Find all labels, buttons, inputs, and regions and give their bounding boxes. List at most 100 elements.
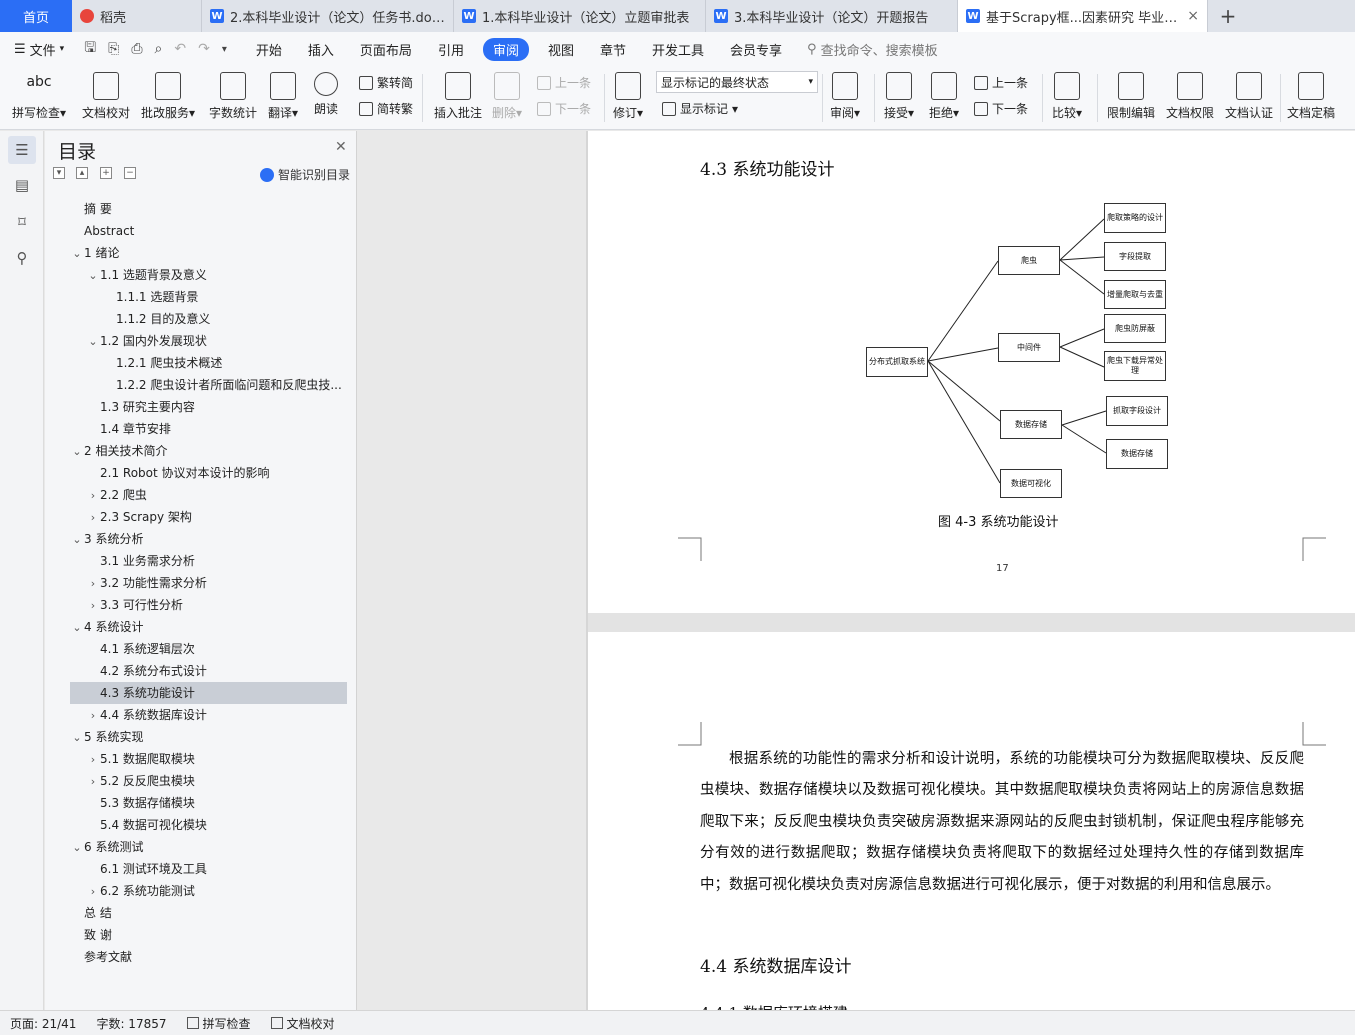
print-icon[interactable]: ⎙: [131, 41, 142, 57]
chevron-down-icon[interactable]: ⌄: [86, 331, 100, 352]
toc-item[interactable]: › 5.2 反反爬虫模块: [70, 770, 347, 792]
toc-item[interactable]: 3.1 业务需求分析: [70, 550, 347, 572]
doc-proof-button[interactable]: 文档校对: [82, 66, 130, 130]
show-markup-button[interactable]: 显示标记 ▾: [662, 100, 738, 117]
chevron-down-icon[interactable]: ⌄: [70, 441, 84, 462]
chevron-right-icon[interactable]: ›: [86, 485, 100, 506]
chevron-right-icon[interactable]: ›: [86, 507, 100, 528]
chevron-right-icon[interactable]: ›: [86, 573, 100, 594]
toc-item[interactable]: 摘 要: [70, 198, 347, 220]
simplified-to-traditional-button[interactable]: 简转繁: [359, 100, 413, 117]
markup-state-select[interactable]: 显示标记的最终状态 ▾: [656, 71, 818, 93]
chevron-down-icon[interactable]: ⌄: [86, 265, 100, 286]
status-doc-proof[interactable]: 文档校对: [270, 1015, 335, 1032]
review-pane-button[interactable]: 审阅▾: [830, 66, 860, 130]
toc-item[interactable]: ⌄ 3 系统分析: [70, 528, 347, 550]
next-change-button[interactable]: 下一条: [974, 100, 1028, 117]
collapse-all-icon[interactable]: ▾: [53, 167, 65, 179]
add-heading-icon[interactable]: +: [100, 167, 112, 179]
track-changes-button[interactable]: 修订▾: [613, 66, 643, 130]
toc-item-selected[interactable]: 4.3 系统功能设计: [70, 682, 347, 704]
document-page[interactable]: 4.3 系统功能设计 分布式抓取系统 爬虫 中间件 数据存储 数据可视化 爬取策…: [588, 131, 1355, 613]
prev-comment-button[interactable]: 上一条: [537, 74, 591, 91]
toc-item[interactable]: › 6.2 系统功能测试: [70, 880, 347, 902]
export-icon[interactable]: ⎘: [108, 41, 119, 57]
status-spell-check[interactable]: 拼写检查: [186, 1015, 251, 1032]
toc-item[interactable]: 总 结: [70, 902, 347, 924]
chevron-down-icon[interactable]: ▾: [222, 44, 227, 55]
next-comment-button[interactable]: 下一条: [537, 100, 591, 117]
close-icon[interactable]: ×: [1187, 8, 1199, 24]
chapter-nav-icon[interactable]: ▤: [11, 174, 33, 196]
doc-certify-button[interactable]: 文档认证: [1225, 66, 1273, 130]
reject-button[interactable]: 拒绝▾: [929, 66, 959, 130]
toc-item[interactable]: 6.1 测试环境及工具: [70, 858, 347, 880]
prev-change-button[interactable]: 上一条: [974, 74, 1028, 91]
toc-item[interactable]: 参考文献: [70, 946, 347, 968]
toc-item[interactable]: 4.1 系统逻辑层次: [70, 638, 347, 660]
file-menu[interactable]: ☰ 文件 ▾: [14, 40, 64, 59]
close-icon[interactable]: ✕: [335, 139, 347, 155]
toc-item[interactable]: 5.3 数据存储模块: [70, 792, 347, 814]
menu-start[interactable]: 开始: [256, 40, 282, 59]
chevron-right-icon[interactable]: ›: [86, 749, 100, 770]
print-preview-icon[interactable]: ⌕: [155, 41, 163, 57]
toc-item[interactable]: 1.2.1 爬虫技术概述: [70, 352, 347, 374]
toc-item[interactable]: 1.3 研究主要内容: [70, 396, 347, 418]
toc-item[interactable]: › 5.1 数据爬取模块: [70, 748, 347, 770]
accept-button[interactable]: 接受▾: [884, 66, 914, 130]
toc-item[interactable]: 1.4 章节安排: [70, 418, 347, 440]
toc-item[interactable]: 致 谢: [70, 924, 347, 946]
menu-insert[interactable]: 插入: [308, 40, 334, 59]
toc-item[interactable]: 4.2 系统分布式设计: [70, 660, 347, 682]
translate-button[interactable]: 翻译▾: [268, 66, 298, 130]
toc-item[interactable]: › 3.2 功能性需求分析: [70, 572, 347, 594]
chevron-right-icon[interactable]: ›: [86, 595, 100, 616]
toc-item[interactable]: ⌄ 1 绪论: [70, 242, 347, 264]
tab-document[interactable]: W 2.本科毕业设计（论文）任务书.docx: [202, 0, 454, 32]
chevron-down-icon[interactable]: ⌄: [70, 617, 84, 638]
toc-item[interactable]: ⌄ 1.1 选题背景及意义: [70, 264, 347, 286]
spell-check-button[interactable]: abc 拼写检查▾: [12, 66, 66, 130]
chevron-right-icon[interactable]: ›: [86, 705, 100, 726]
new-tab-button[interactable]: +: [1208, 0, 1248, 32]
toc-icon[interactable]: ☰: [8, 136, 36, 164]
undo-icon[interactable]: ↶: [174, 41, 186, 57]
remove-heading-icon[interactable]: −: [124, 167, 136, 179]
tab-document-active[interactable]: W 基于Scrapy框...因素研究 毕业论文 ×: [958, 0, 1208, 32]
toc-item[interactable]: › 4.4 系统数据库设计: [70, 704, 347, 726]
chevron-down-icon[interactable]: ⌄: [70, 243, 84, 264]
toc-item[interactable]: 1.1.1 选题背景: [70, 286, 347, 308]
tab-document[interactable]: W 1.本科毕业设计（论文）立题审批表: [454, 0, 706, 32]
review-service-button[interactable]: 批改服务▾: [141, 66, 195, 130]
doc-permission-button[interactable]: 文档权限: [1166, 66, 1214, 130]
toc-item[interactable]: 1.1.2 目的及意义: [70, 308, 347, 330]
word-count-indicator[interactable]: 字数: 17857: [96, 1015, 166, 1032]
document-page[interactable]: 根据系统的功能性的需求分析和设计说明，系统的功能模块可分为数据爬取模块、反反爬虫…: [588, 632, 1355, 1010]
toc-item[interactable]: 1.2.2 爬虫设计者所面临问题和反爬虫技...: [70, 374, 347, 396]
delete-comment-button[interactable]: 删除▾: [492, 66, 522, 130]
insert-comment-button[interactable]: 插入批注: [434, 66, 482, 130]
menu-member[interactable]: 会员专享: [730, 40, 782, 59]
redo-icon[interactable]: ↷: [198, 41, 210, 57]
menu-page-layout[interactable]: 页面布局: [360, 40, 412, 59]
toc-item[interactable]: Abstract: [70, 220, 347, 242]
save-icon[interactable]: 🖫: [84, 37, 96, 61]
toc-item[interactable]: ⌄ 2 相关技术简介: [70, 440, 347, 462]
toc-item[interactable]: ⌄ 5 系统实现: [70, 726, 347, 748]
chevron-right-icon[interactable]: ›: [86, 881, 100, 902]
toc-item[interactable]: 5.4 数据可视化模块: [70, 814, 347, 836]
toc-item[interactable]: ⌄ 6 系统测试: [70, 836, 347, 858]
chevron-down-icon[interactable]: ⌄: [70, 529, 84, 550]
menu-developer[interactable]: 开发工具: [652, 40, 704, 59]
toc-item[interactable]: ⌄ 4 系统设计: [70, 616, 347, 638]
compare-button[interactable]: 比较▾: [1052, 66, 1082, 130]
tab-home[interactable]: 首页: [0, 0, 72, 32]
toc-item[interactable]: › 2.3 Scrapy 架构: [70, 506, 347, 528]
bookmark-icon[interactable]: ⌑: [11, 211, 33, 233]
read-aloud-button[interactable]: 朗读: [314, 66, 338, 130]
toc-item[interactable]: ⌄ 1.2 国内外发展现状: [70, 330, 347, 352]
smart-toc-button[interactable]: 智能识别目录: [260, 166, 350, 183]
traditional-to-simplified-button[interactable]: 繁转简: [359, 74, 413, 91]
menu-references[interactable]: 引用: [438, 40, 464, 59]
